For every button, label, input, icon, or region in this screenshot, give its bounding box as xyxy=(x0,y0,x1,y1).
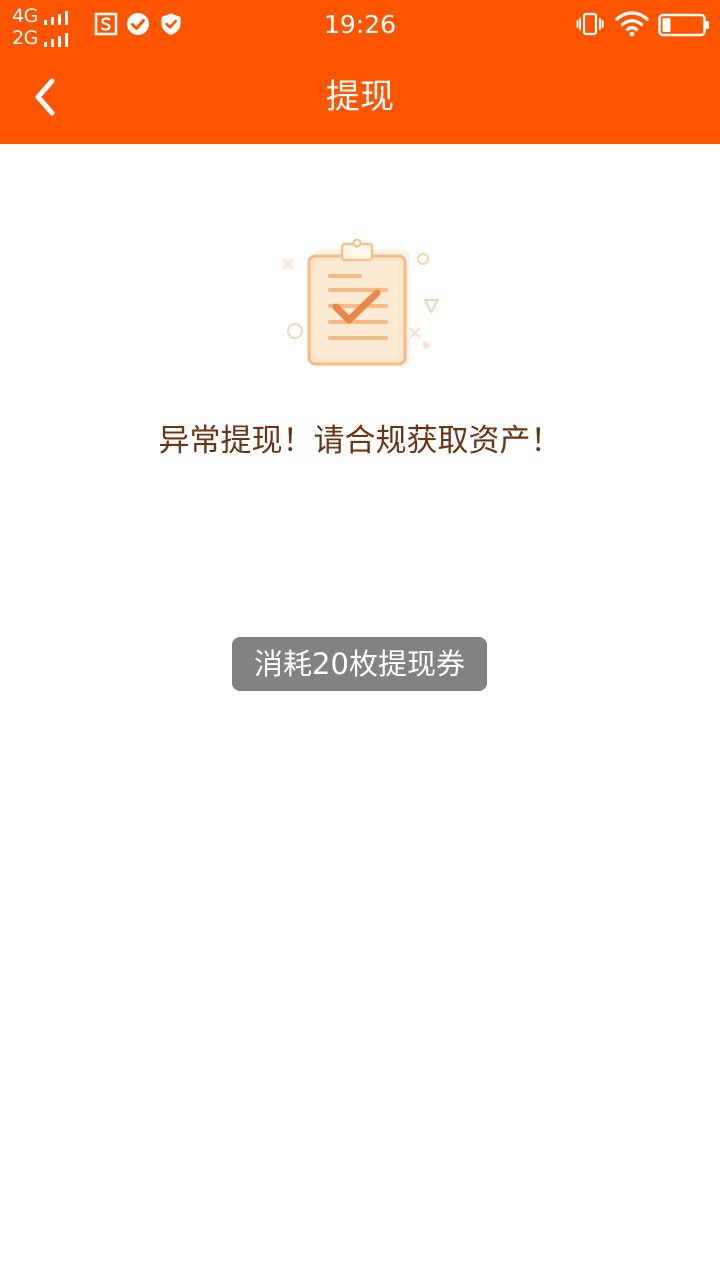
network-type-primary: 4G xyxy=(12,5,38,27)
back-button[interactable] xyxy=(18,65,74,129)
wifi-icon xyxy=(615,11,649,37)
battery-icon xyxy=(658,13,709,37)
signal-bars-icon xyxy=(44,33,74,47)
network-indicator: 4G 2G xyxy=(12,6,76,50)
signal-bars-icon xyxy=(44,11,74,25)
navigation-bar: 提现 xyxy=(0,50,720,144)
status-bar: 4G 2G 19:26 xyxy=(0,0,720,50)
page-title: 提现 xyxy=(326,77,394,117)
sim-s-icon xyxy=(94,12,118,36)
check-circle-icon xyxy=(127,13,149,35)
toast-message: 消耗20枚提现券 xyxy=(232,637,487,691)
status-time: 19:26 xyxy=(323,10,397,39)
shield-check-icon xyxy=(161,13,181,35)
network-type-secondary: 2G xyxy=(12,27,38,49)
vibrate-icon xyxy=(576,12,604,36)
error-message: 异常提现！请合规获取资产！ xyxy=(158,423,562,459)
app-header: 4G 2G 19:26 提现 xyxy=(0,0,720,144)
clipboard-check-icon xyxy=(282,238,440,367)
chevron-left-icon xyxy=(35,78,55,116)
